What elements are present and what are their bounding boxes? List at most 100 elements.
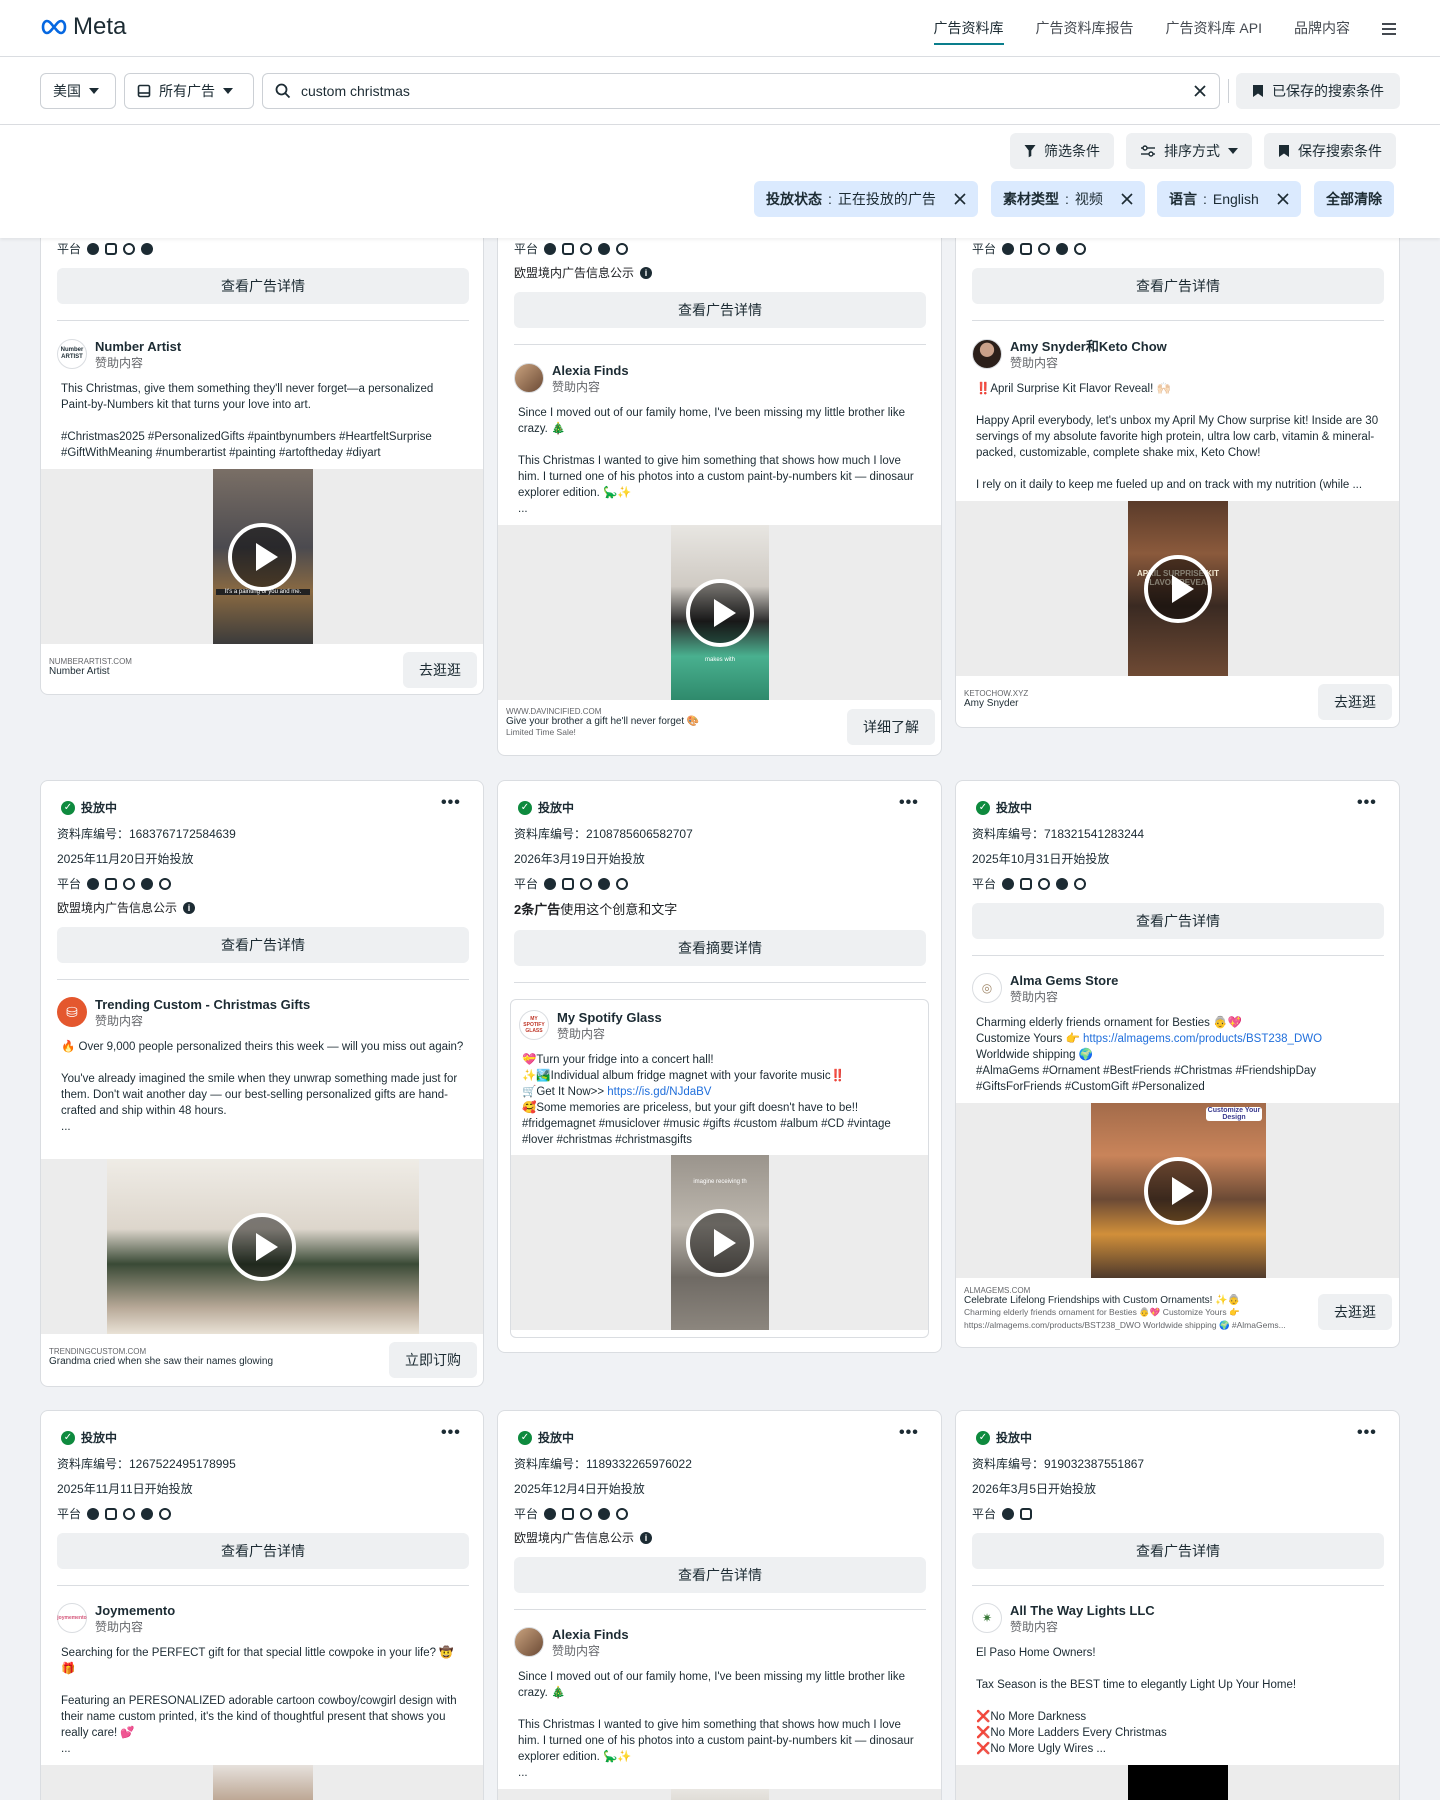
advertiser-avatar[interactable]: MY SPOTIFY GLASS bbox=[519, 1010, 549, 1040]
view-ad-details-button[interactable]: 查看广告详情 bbox=[514, 292, 926, 328]
info-icon[interactable]: i bbox=[183, 901, 196, 914]
ad-video[interactable]: imagine receiving th bbox=[511, 1155, 928, 1330]
ad-link[interactable]: https://almagems.com/products/BST238_DWO bbox=[1083, 1033, 1322, 1045]
divider bbox=[972, 320, 1384, 321]
ad-video[interactable]: makes with bbox=[498, 525, 941, 700]
ad-link[interactable]: https://is.gd/NJdaBV bbox=[607, 1086, 711, 1098]
advertiser-name[interactable]: Alma Gems Store bbox=[1010, 973, 1118, 989]
save-search-button[interactable]: 保存搜索条件 bbox=[1264, 133, 1396, 169]
sort-button[interactable]: 排序方式 bbox=[1126, 133, 1252, 169]
clear-all-button[interactable]: 全部清除 bbox=[1314, 181, 1394, 217]
advertiser-header: joymemento Joymemento 赞助内容 bbox=[57, 1603, 175, 1635]
ad-video[interactable]: APRIL SURPRISE KIT FLAVOR REVEAL bbox=[956, 501, 1399, 676]
ad-video[interactable] bbox=[498, 1789, 941, 1800]
more-options-icon[interactable]: ••• bbox=[899, 1424, 919, 1442]
view-ad-details-button[interactable]: 查看广告详情 bbox=[57, 927, 469, 963]
nav-ad-library-api[interactable]: 广告资料库 API bbox=[1166, 0, 1262, 57]
advertiser-avatar[interactable] bbox=[514, 1627, 544, 1657]
ad-type-dropdown[interactable]: 所有广告 bbox=[124, 73, 254, 109]
info-icon[interactable]: i bbox=[640, 266, 653, 279]
chip-language[interactable]: 语言: English bbox=[1157, 181, 1301, 217]
advertiser-avatar[interactable]: ⛁ bbox=[57, 997, 87, 1027]
status-label: 投放中 bbox=[538, 801, 575, 815]
platform-label: 平台 bbox=[57, 1507, 82, 1521]
advertiser-avatar[interactable] bbox=[514, 363, 544, 393]
instagram-icon bbox=[1020, 1507, 1033, 1520]
more-options-icon[interactable]: ••• bbox=[441, 1424, 461, 1442]
remove-chip-icon[interactable] bbox=[1121, 193, 1133, 205]
view-ad-details-button[interactable]: 查看广告详情 bbox=[514, 1557, 926, 1593]
audience-network-icon bbox=[1038, 242, 1051, 255]
remove-chip-icon[interactable] bbox=[954, 193, 966, 205]
remove-chip-icon[interactable] bbox=[1277, 193, 1289, 205]
play-icon[interactable] bbox=[1143, 554, 1212, 623]
country-dropdown[interactable]: 美国 bbox=[40, 73, 116, 109]
chip-delivery-status[interactable]: 投放状态: 正在投放的广告 bbox=[754, 181, 978, 217]
advertiser-name[interactable]: Trending Custom - Christmas Gifts bbox=[95, 997, 310, 1013]
play-icon[interactable] bbox=[228, 522, 296, 591]
ad-headline: Grandma cried when she saw their names g… bbox=[49, 1356, 273, 1367]
ad-body-text: Charming elderly friends ornament for Be… bbox=[976, 1015, 1380, 1095]
hamburger-menu-icon[interactable] bbox=[1382, 0, 1396, 57]
advertiser-name[interactable]: Alexia Finds bbox=[552, 1627, 629, 1643]
threads-icon bbox=[616, 1507, 629, 1520]
advertiser-name[interactable]: All The Way Lights LLC bbox=[1010, 1603, 1155, 1619]
nav-ad-library[interactable]: 广告资料库 bbox=[933, 0, 1004, 57]
advertiser-avatar[interactable] bbox=[972, 339, 1002, 369]
advertiser-name[interactable]: Joymemento bbox=[95, 1603, 175, 1619]
instagram-icon bbox=[105, 242, 118, 255]
ad-video[interactable] bbox=[956, 1765, 1399, 1800]
advertiser-avatar[interactable]: ✷ bbox=[972, 1603, 1002, 1633]
more-options-icon[interactable]: ••• bbox=[899, 794, 919, 812]
clear-search-icon[interactable] bbox=[1193, 84, 1207, 98]
ad-video[interactable]: Customize Your Design bbox=[956, 1103, 1399, 1278]
ad-video[interactable] bbox=[41, 1159, 483, 1334]
view-ad-details-button[interactable]: 查看广告详情 bbox=[972, 1533, 1384, 1569]
instagram-icon bbox=[105, 1507, 118, 1520]
more-options-icon[interactable]: ••• bbox=[1357, 1424, 1377, 1442]
shop-now-button[interactable]: 去逛逛 bbox=[403, 652, 477, 688]
facebook-icon bbox=[544, 877, 557, 890]
filter-button[interactable]: 筛选条件 bbox=[1010, 133, 1114, 169]
advertiser-name[interactable]: My Spotify Glass bbox=[557, 1010, 662, 1026]
advertiser-name[interactable]: Amy Snyder和Keto Chow bbox=[1010, 339, 1167, 355]
chip-media-type[interactable]: 素材类型: 视频 bbox=[991, 181, 1145, 217]
more-options-icon[interactable]: ••• bbox=[441, 794, 461, 812]
advertiser-avatar[interactable]: ◎ bbox=[972, 973, 1002, 1003]
view-ad-details-button[interactable]: 查看广告详情 bbox=[972, 268, 1384, 304]
threads-icon bbox=[159, 1507, 172, 1520]
nav-ad-library-report[interactable]: 广告资料库报告 bbox=[1036, 0, 1134, 57]
view-ad-details-button[interactable]: 查看广告详情 bbox=[57, 268, 469, 304]
ad-footer-info: KETOCHOW.XYZ Amy Snyder bbox=[964, 689, 1028, 709]
order-now-button[interactable]: 立即订购 bbox=[389, 1342, 477, 1378]
view-ad-details-button[interactable]: 查看广告详情 bbox=[57, 1533, 469, 1569]
advertiser-avatar[interactable]: Number ARTIST bbox=[57, 339, 87, 369]
ad-video[interactable]: It's a painting of you and me. bbox=[41, 469, 483, 644]
shop-now-button[interactable]: 去逛逛 bbox=[1318, 1294, 1392, 1330]
sponsored-label: 赞助内容 bbox=[552, 1644, 601, 1658]
search-input[interactable]: custom christmas bbox=[262, 73, 1220, 109]
view-ad-details-button[interactable]: 查看广告详情 bbox=[972, 903, 1384, 939]
ad-description: Limited Time Sale! bbox=[506, 727, 576, 737]
advertiser-name[interactable]: Number Artist bbox=[95, 339, 181, 355]
advertiser-name[interactable]: Alexia Finds bbox=[552, 363, 629, 379]
saved-searches-button[interactable]: 已保存的搜索条件 bbox=[1236, 73, 1400, 109]
play-icon[interactable] bbox=[685, 578, 754, 647]
ad-body-text: El Paso Home Owners! Tax Season is the B… bbox=[976, 1647, 1297, 1755]
status-badge: ✓ 投放中 bbox=[61, 799, 117, 816]
advertiser-avatar[interactable]: joymemento bbox=[57, 1603, 87, 1633]
shop-now-button[interactable]: 去逛逛 bbox=[1318, 684, 1392, 720]
learn-more-button[interactable]: 详细了解 bbox=[847, 709, 935, 745]
ad-body-text: 💝Turn your fridge into a concert hall! ✨… bbox=[522, 1052, 922, 1148]
view-summary-details-button[interactable]: 查看摘要详情 bbox=[514, 930, 926, 966]
nav-branded-content[interactable]: 品牌内容 bbox=[1294, 0, 1350, 57]
play-icon[interactable] bbox=[685, 1208, 754, 1277]
play-icon[interactable] bbox=[228, 1212, 296, 1281]
more-options-icon[interactable]: ••• bbox=[1357, 794, 1377, 812]
ad-domain: ALMAGEMS.COM bbox=[964, 1286, 1031, 1295]
play-icon[interactable] bbox=[1143, 1156, 1212, 1225]
ad-video[interactable] bbox=[41, 1765, 483, 1800]
ad-domain: TRENDINGCUSTOM.COM bbox=[49, 1347, 147, 1356]
meta-logo[interactable]: Meta bbox=[40, 13, 126, 41]
info-icon[interactable]: i bbox=[640, 1531, 653, 1544]
